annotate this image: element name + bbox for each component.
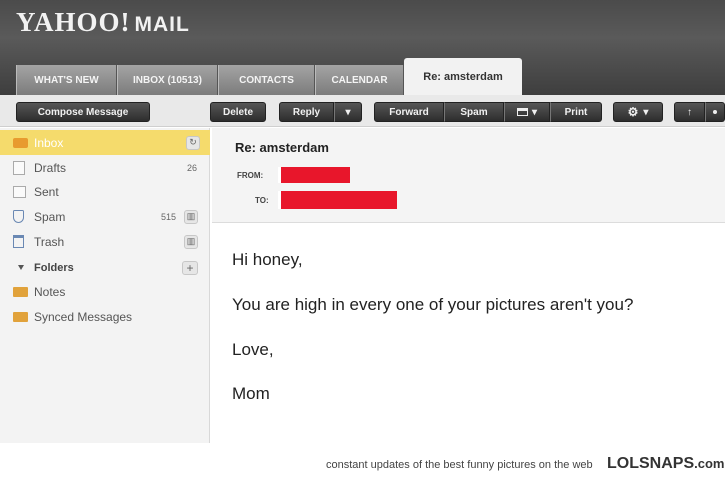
sidebar-item-label: Synced Messages bbox=[34, 309, 133, 324]
sidebar-item-label: Spam bbox=[34, 209, 66, 224]
folder-icon bbox=[13, 312, 28, 322]
sidebar-item-synced-messages[interactable]: Synced Messages bbox=[0, 304, 210, 329]
sidebar-item-label: Trash bbox=[34, 234, 65, 249]
app-header: YAHOO! MAIL WHAT'S NEW INBOX (10513) CONT… bbox=[0, 0, 725, 95]
footer-brand-domain: .com bbox=[694, 456, 725, 471]
gear-icon: ⚙ bbox=[627, 105, 639, 119]
message-body-line: You are high in every one of your pictur… bbox=[232, 295, 634, 314]
folder-sidebar: Inbox ↻ Drafts 26 Sent Spam 515 ▥ Trash … bbox=[0, 128, 210, 443]
chevron-down-icon: ▾ bbox=[643, 106, 649, 118]
next-message-button[interactable] bbox=[705, 102, 725, 122]
inbox-icon bbox=[13, 138, 28, 148]
to-label: TO: bbox=[255, 196, 269, 205]
tab-contacts[interactable]: CONTACTS bbox=[218, 65, 315, 95]
triangle-down-icon bbox=[18, 265, 24, 270]
sidebar-item-notes[interactable]: Notes bbox=[0, 279, 210, 304]
logo-sub: MAIL bbox=[134, 13, 190, 36]
dot-icon bbox=[713, 110, 717, 114]
tab-re-amsterdam[interactable]: Re: amsterdam bbox=[404, 58, 522, 95]
yahoo-mail-logo[interactable]: YAHOO! MAIL bbox=[16, 7, 190, 38]
sidebar-item-sent[interactable]: Sent bbox=[0, 179, 210, 204]
sidebar-item-spam[interactable]: Spam 515 ▥ bbox=[0, 204, 210, 229]
from-label: FROM: bbox=[237, 171, 264, 180]
actions-button[interactable]: ⚙ ▾ bbox=[613, 102, 663, 122]
footer-brand: LOLSNAPS.com bbox=[607, 455, 724, 473]
forward-button[interactable]: Forward bbox=[374, 102, 444, 122]
message-header: Re: amsterdam FROM: TO: bbox=[212, 128, 725, 223]
footer-brand-name: LOLSNAPS bbox=[607, 455, 695, 472]
shield-icon bbox=[13, 210, 24, 223]
message-body-line: Love, bbox=[232, 340, 274, 359]
yahoo-mail-window: YAHOO! MAIL WHAT'S NEW INBOX (10513) CONT… bbox=[0, 0, 725, 483]
reply-button[interactable]: Reply bbox=[279, 102, 334, 122]
sidebar-item-label: Inbox bbox=[34, 135, 64, 150]
delete-button[interactable]: Delete bbox=[210, 102, 266, 122]
folders-header[interactable]: Folders + bbox=[0, 255, 210, 280]
logo-text: YAHOO! bbox=[16, 7, 131, 37]
message-body-line: Hi honey, bbox=[232, 250, 303, 269]
tab-whats-new[interactable]: WHAT'S NEW bbox=[16, 65, 117, 95]
tab-inbox[interactable]: INBOX (10513) bbox=[117, 65, 218, 95]
recipient-redaction bbox=[278, 191, 397, 209]
spam-button[interactable]: Spam bbox=[444, 102, 504, 122]
watermark-footer: constant updates of the best funny pictu… bbox=[0, 443, 725, 483]
footer-tagline: constant updates of the best funny pictu… bbox=[326, 459, 593, 471]
sidebar-item-inbox[interactable]: Inbox ↻ bbox=[0, 130, 210, 155]
move-to-folder-button[interactable]: ▾ bbox=[504, 102, 550, 122]
message-body-line: Mom bbox=[232, 384, 270, 403]
folders-header-label: Folders bbox=[34, 261, 74, 274]
spam-count: 515 bbox=[160, 211, 176, 222]
sender-redaction bbox=[278, 167, 350, 183]
chevron-down-icon: ▾ bbox=[531, 106, 538, 118]
sidebar-item-trash[interactable]: Trash ▥ bbox=[0, 229, 210, 254]
sidebar-item-label: Notes bbox=[34, 284, 66, 299]
message-toolbar: Compose Message Delete Reply ▾ Forward S… bbox=[0, 95, 725, 127]
sidebar-item-label: Sent bbox=[34, 184, 59, 199]
trash-icon bbox=[13, 235, 24, 248]
tab-calendar[interactable]: CALENDAR bbox=[315, 65, 404, 95]
tab-bar: WHAT'S NEW INBOX (10513) CONTACTS CALEND… bbox=[16, 58, 522, 95]
print-button[interactable]: Print bbox=[550, 102, 602, 122]
empty-spam-icon[interactable]: ▥ bbox=[184, 209, 198, 224]
folder-icon bbox=[516, 108, 528, 116]
sent-icon bbox=[13, 186, 26, 198]
folder-icon bbox=[13, 287, 28, 297]
refresh-icon[interactable]: ↻ bbox=[186, 135, 200, 150]
sidebar-item-label: Drafts bbox=[34, 160, 67, 175]
chevron-down-icon: ▾ bbox=[345, 106, 351, 118]
empty-trash-icon[interactable]: ▥ bbox=[184, 234, 198, 249]
sidebar-item-drafts[interactable]: Drafts 26 bbox=[0, 155, 210, 180]
arrow-up-icon: ↑ bbox=[687, 106, 692, 118]
reply-dropdown-button[interactable]: ▾ bbox=[334, 102, 362, 122]
compose-message-button[interactable]: Compose Message bbox=[16, 102, 150, 122]
message-subject: Re: amsterdam bbox=[235, 140, 329, 155]
drafts-count: 26 bbox=[186, 162, 197, 173]
previous-message-button[interactable]: ↑ bbox=[674, 102, 705, 122]
drafts-icon bbox=[13, 161, 25, 175]
add-folder-icon[interactable]: + bbox=[182, 260, 198, 275]
